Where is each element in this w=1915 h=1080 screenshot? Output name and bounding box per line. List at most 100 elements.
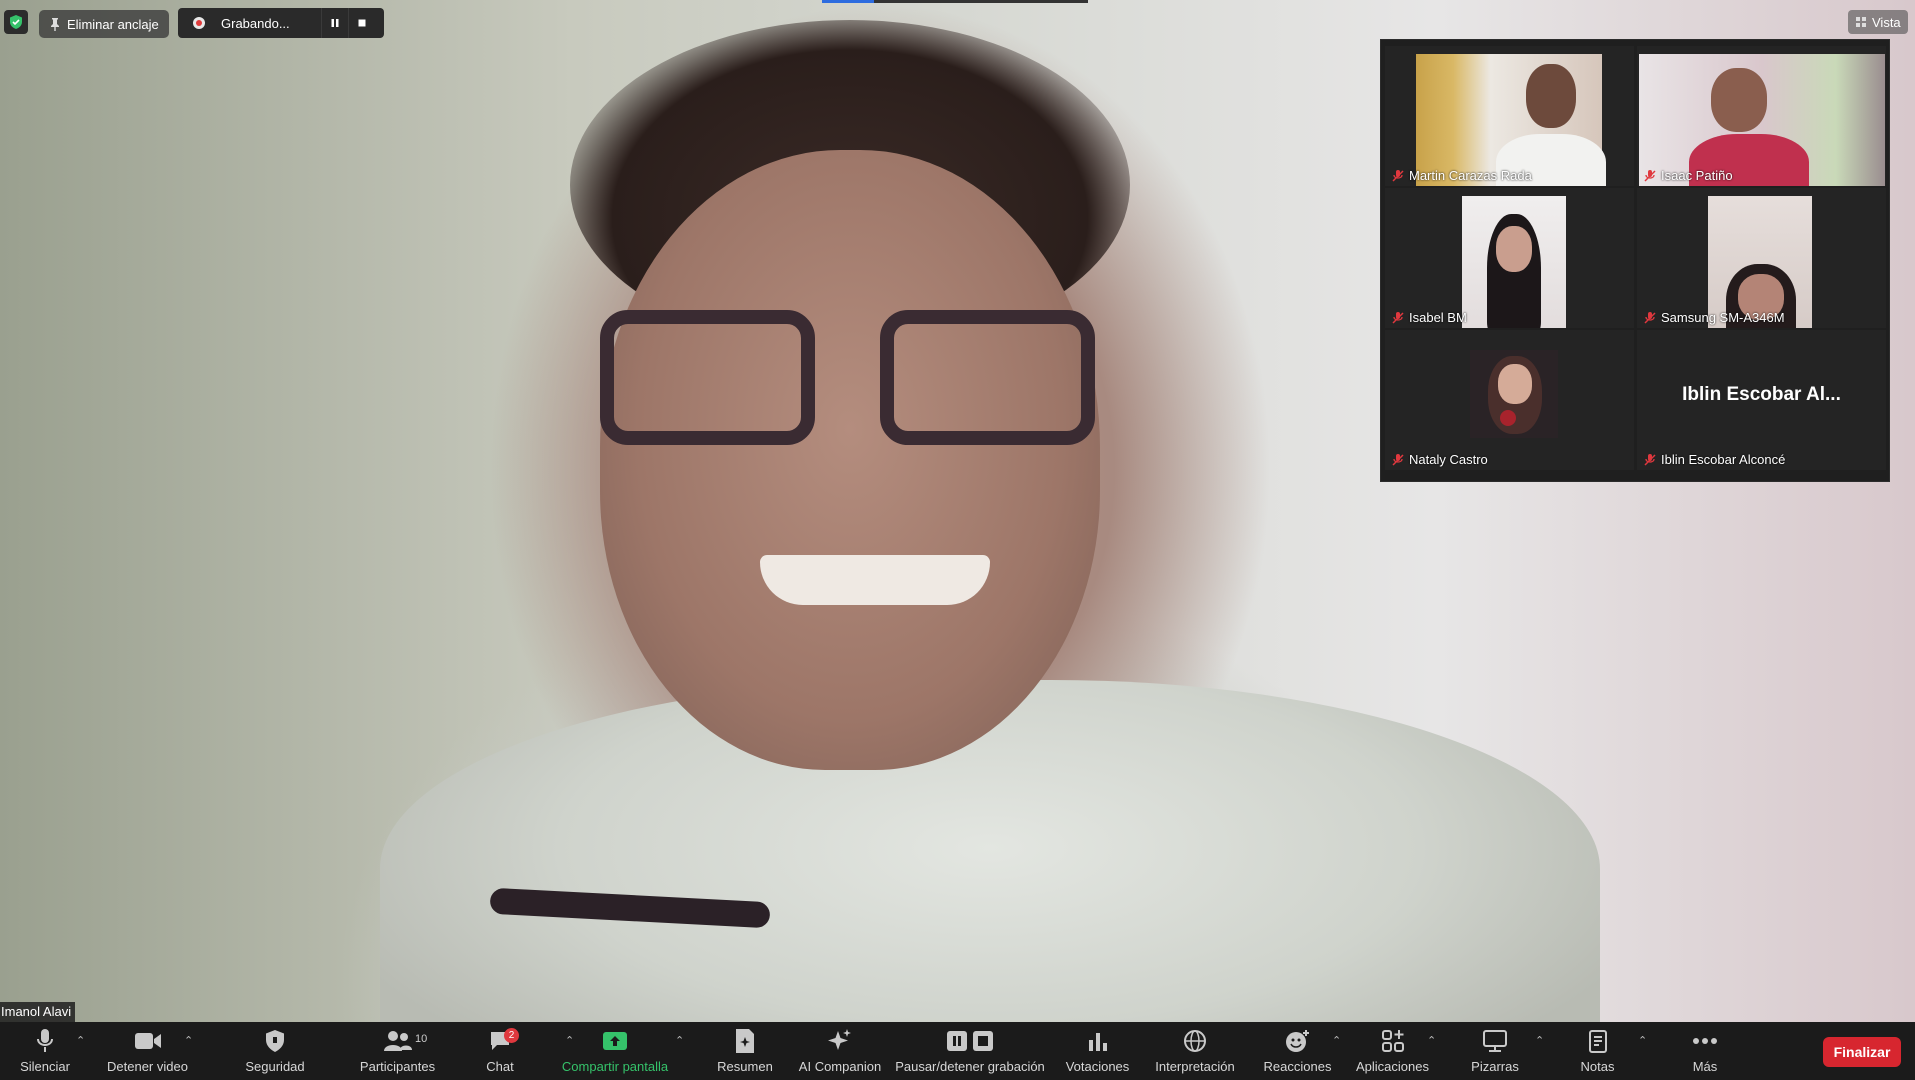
pin-icon (51, 18, 59, 31)
stop-icon (358, 19, 366, 27)
participant-rose (1500, 410, 1516, 426)
view-button[interactable]: Vista (1848, 10, 1908, 34)
participant-video (1416, 54, 1606, 186)
participant-avatar (1470, 350, 1558, 438)
pause-stop-icon (947, 1031, 993, 1051)
chevron-up-icon[interactable]: ⌃ (1332, 1034, 1341, 1047)
summary-button[interactable]: Resumen (700, 1022, 790, 1080)
muted-mic-icon (1392, 311, 1404, 324)
participant-tile[interactable]: Isabel BM (1385, 188, 1634, 328)
apps-button[interactable]: Aplicaciones ⌃ (1345, 1022, 1440, 1080)
security-button[interactable]: Seguridad (205, 1022, 345, 1080)
reactions-label: Reacciones (1263, 1059, 1332, 1074)
participant-tile[interactable]: Martin Carazas Rada (1385, 46, 1634, 186)
shield-icon (266, 1030, 284, 1052)
participant-video (1639, 54, 1885, 186)
bar-chart-icon (1088, 1033, 1107, 1051)
participant-name-text: Isaac Patiño (1661, 168, 1733, 183)
pause-icon (331, 19, 339, 27)
summary-doc-icon (736, 1029, 754, 1053)
participant-name-text: Martin Carazas Rada (1409, 168, 1532, 183)
participant-name: Martin Carazas Rada (1391, 168, 1532, 183)
reactions-button[interactable]: Reacciones ⌃ (1250, 1022, 1345, 1080)
more-button[interactable]: Más (1660, 1022, 1750, 1080)
recording-dot-icon (193, 17, 205, 29)
ai-companion-label: AI Companion (798, 1059, 882, 1074)
pause-recording-button[interactable] (321, 8, 348, 38)
participant-name: Nataly Castro (1391, 452, 1488, 467)
ai-companion-button[interactable]: AI Companion (790, 1022, 890, 1080)
chevron-up-icon[interactable]: ⌃ (76, 1034, 85, 1047)
video-hoodie (380, 680, 1600, 1022)
stop-video-button[interactable]: Detener video ⌃ (90, 1022, 205, 1080)
notes-label: Notas (1580, 1059, 1615, 1074)
participant-head (1711, 68, 1767, 132)
encryption-shield-button[interactable] (4, 10, 28, 34)
top-drag-strip[interactable] (822, 0, 1088, 3)
muted-mic-icon (1644, 453, 1656, 466)
participants-button[interactable]: 10 Participantes (345, 1022, 450, 1080)
security-label: Seguridad (245, 1059, 305, 1074)
participant-name: Isaac Patiño (1643, 168, 1733, 183)
chevron-up-icon[interactable]: ⌃ (184, 1034, 193, 1047)
notes-button[interactable]: Notas ⌃ (1550, 1022, 1647, 1080)
sparkle-icon (828, 1029, 851, 1050)
recording-label: Grabando... (221, 15, 290, 31)
interpretation-label: Interpretación (1155, 1059, 1235, 1074)
polls-button[interactable]: Votaciones (1050, 1022, 1145, 1080)
remove-pin-button[interactable]: Eliminar anclaje (39, 10, 169, 38)
globe-icon (1184, 1030, 1206, 1052)
share-screen-icon (603, 1032, 627, 1050)
grid-view-icon (1856, 17, 1866, 27)
participant-name-text: Isabel BM (1409, 310, 1467, 325)
participant-head (1526, 64, 1576, 128)
chevron-up-icon[interactable]: ⌃ (1638, 1034, 1647, 1047)
participant-tile[interactable]: Iblin Escobar Al... Iblin Escobar Alconc… (1637, 330, 1886, 470)
pause-stop-recording-button[interactable]: Pausar/detener grabación (890, 1022, 1050, 1080)
mute-label: Silenciar (20, 1059, 70, 1074)
view-label: Vista (1872, 14, 1901, 30)
mute-button[interactable]: Silenciar ⌃ (0, 1022, 90, 1080)
notes-icon (1588, 1030, 1607, 1053)
end-meeting-button[interactable]: Finalizar (1823, 1037, 1901, 1067)
chevron-up-icon[interactable]: ⌃ (1535, 1034, 1544, 1047)
more-dots-icon (1693, 1038, 1717, 1044)
chevron-up-icon[interactable]: ⌃ (1427, 1034, 1436, 1047)
speaker-name-label: Imanol Alavi (0, 1002, 76, 1022)
participant-tile[interactable]: Nataly Castro (1385, 330, 1634, 470)
muted-mic-icon (1392, 453, 1404, 466)
interpretation-button[interactable]: Interpretación (1145, 1022, 1245, 1080)
participant-name: Samsung SM-A346M (1643, 310, 1785, 325)
recording-bar: Grabando... (178, 8, 384, 38)
whiteboards-button[interactable]: Pizarras ⌃ (1445, 1022, 1545, 1080)
share-screen-label: Compartir pantalla (561, 1059, 669, 1074)
chat-button[interactable]: 2 Chat ⌃ (470, 1022, 574, 1080)
video-glasses-right (880, 310, 1095, 445)
stop-recording-button[interactable] (348, 8, 375, 38)
share-screen-button[interactable]: Compartir pantalla ⌃ (545, 1022, 685, 1080)
video-face (600, 150, 1100, 770)
chat-unread-badge: 2 (504, 1028, 519, 1043)
apps-label: Aplicaciones (1356, 1059, 1429, 1074)
whiteboard-icon (1483, 1030, 1507, 1052)
participant-name-text: Nataly Castro (1409, 452, 1488, 467)
shield-check-icon (10, 15, 22, 29)
participant-tile[interactable]: Samsung SM-A346M (1637, 188, 1886, 328)
muted-mic-icon (1644, 169, 1656, 182)
chevron-up-icon[interactable]: ⌃ (675, 1034, 684, 1047)
participant-tile[interactable]: Isaac Patiño (1637, 46, 1886, 186)
participant-video (1462, 196, 1566, 328)
participants-icon (383, 1031, 412, 1051)
participants-label: Participantes (359, 1059, 436, 1074)
more-label: Más (1692, 1059, 1718, 1074)
chat-label: Chat (486, 1059, 514, 1074)
video-camera-icon (134, 1033, 161, 1049)
participant-name: Iblin Escobar Alconcé (1643, 452, 1785, 467)
participant-head (1496, 226, 1532, 272)
video-label: Detener video (107, 1059, 188, 1074)
participant-display-name: Iblin Escobar Al... (1682, 384, 1841, 405)
microphone-icon (37, 1029, 53, 1052)
remove-pin-label: Eliminar anclaje (67, 16, 159, 32)
participant-name: Isabel BM (1391, 310, 1467, 325)
participant-name-text: Samsung SM-A346M (1661, 310, 1785, 325)
